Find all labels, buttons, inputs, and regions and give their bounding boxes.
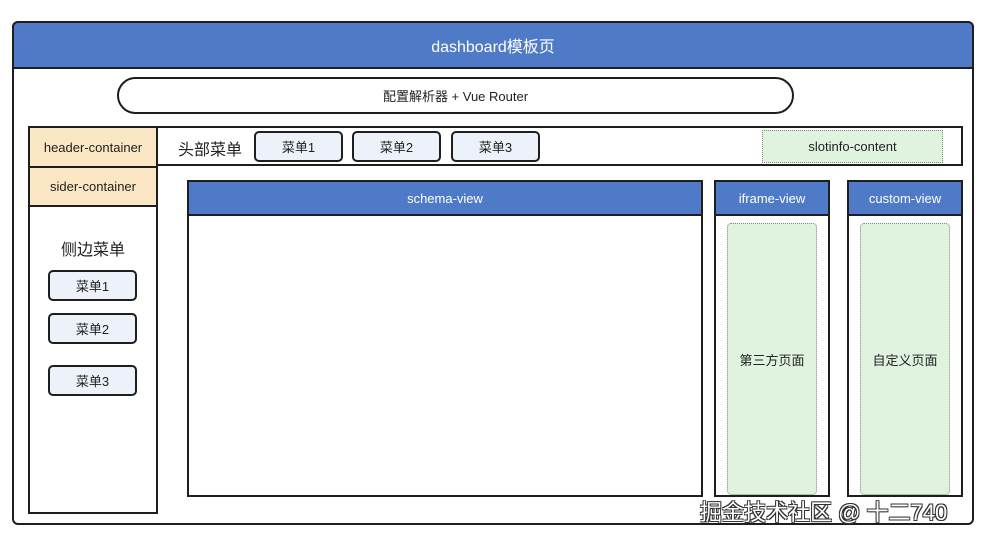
side-menu-item-3[interactable]: 菜单3 xyxy=(48,365,137,396)
iframe-view-content: 第三方页面 xyxy=(727,223,817,495)
schema-view-title: schema-view xyxy=(187,180,703,216)
side-menu-title: 侧边菜单 xyxy=(60,242,125,259)
dashboard-title: dashboard模板页 xyxy=(12,21,974,69)
sider-container-label: sider-container xyxy=(28,166,158,207)
top-menu-title: 头部菜单 xyxy=(178,142,243,159)
top-menu-item-2[interactable]: 菜单2 xyxy=(352,131,441,162)
slotinfo-content-box: slotinfo-content xyxy=(762,130,943,163)
top-menu-item-1[interactable]: 菜单1 xyxy=(254,131,343,162)
iframe-view-title: iframe-view xyxy=(714,180,830,216)
parser-router-pill: 配置解析器 + Vue Router xyxy=(117,77,794,114)
header-container-label: header-container xyxy=(28,126,158,168)
watermark-text: 掘金技术社区 @ 十二740 xyxy=(700,500,948,525)
top-menu-item-3[interactable]: 菜单3 xyxy=(451,131,540,162)
side-menu-item-1[interactable]: 菜单1 xyxy=(48,270,137,301)
side-menu-item-2[interactable]: 菜单2 xyxy=(48,313,137,344)
schema-view-panel xyxy=(187,180,703,497)
custom-view-content: 自定义页面 xyxy=(860,223,950,495)
custom-view-title: custom-view xyxy=(847,180,963,216)
